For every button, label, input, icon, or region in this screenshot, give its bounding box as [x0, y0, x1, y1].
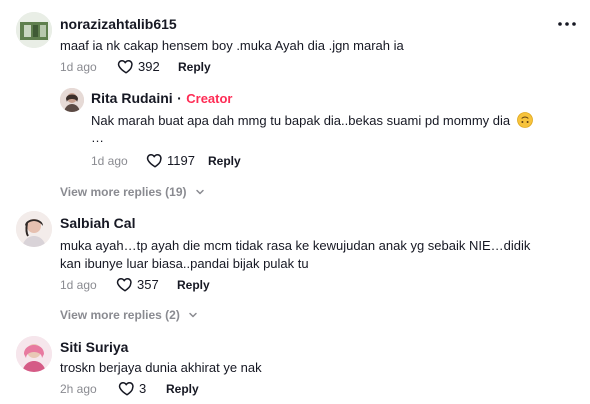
creator-badge: Creator: [186, 91, 233, 106]
reply-username[interactable]: Rita Rudaini: [91, 90, 173, 106]
heart-outline-icon[interactable]: [118, 379, 136, 397]
comment-username[interactable]: Salbiah Cal: [60, 215, 135, 231]
reply-text: Nak marah buat apa dah mmg tu bapak dia.…: [91, 112, 533, 133]
upside-down-face-emoji: [516, 112, 533, 133]
reply-button[interactable]: Reply: [177, 278, 210, 292]
chevron-down-icon: [195, 187, 205, 197]
comment-text: maaf ia nk cakap hensem boy .muka Ayah d…: [60, 38, 404, 53]
heart-outline-icon[interactable]: [117, 57, 135, 75]
comment-text-line: muka ayah…tp ayah die mcm tidak rasa ke …: [60, 238, 531, 253]
avatar[interactable]: [16, 12, 52, 48]
avatar[interactable]: [16, 336, 52, 372]
reply-header: Rita Rudaini · Creator: [91, 90, 233, 108]
reply-time: 1d ago: [91, 154, 128, 168]
comment-time: 1d ago: [60, 60, 97, 74]
comment-time: 2h ago: [60, 382, 97, 396]
reply-button[interactable]: Reply: [166, 382, 199, 396]
view-more-label: View more replies (2): [60, 308, 180, 322]
chevron-down-icon: [188, 310, 198, 320]
comment-item: Salbiah Cal muka ayah…tp ayah die mcm ti…: [0, 205, 590, 300]
comment-text: troskn berjaya dunia akhirat ye nak: [60, 360, 262, 375]
reply-item: Rita Rudaini · Creator Nak marah buat ap…: [0, 80, 590, 175]
separator-dot: ·: [177, 90, 182, 106]
like-count: 1197: [167, 153, 195, 168]
reply-button[interactable]: Reply: [208, 154, 241, 168]
comment-text: muka ayah…tp ayah die mcm tidak rasa ke …: [60, 237, 530, 273]
comment-text-line: kan ibunye luar biasa..pandai bijak pula…: [60, 256, 309, 271]
reply-text-content: Nak marah buat apa dah mmg tu bapak dia.…: [91, 113, 511, 128]
view-more-replies-button[interactable]: View more replies (19): [60, 183, 205, 201]
comment-username[interactable]: norazizahtalib615: [60, 16, 177, 32]
comment-time: 1d ago: [60, 278, 97, 292]
view-more-replies-button[interactable]: View more replies (2): [60, 306, 198, 324]
reply-button[interactable]: Reply: [178, 60, 211, 74]
heart-outline-icon[interactable]: [146, 151, 164, 169]
like-count: 3: [139, 381, 147, 396]
comment-item: Siti Suriya troskn berjaya dunia akhirat…: [0, 330, 590, 404]
like-count: 392: [138, 59, 160, 74]
comment-item: norazizahtalib615 maaf ia nk cakap hense…: [0, 0, 590, 80]
view-more-label: View more replies (19): [60, 185, 187, 199]
avatar[interactable]: [16, 211, 52, 247]
like-count: 357: [137, 277, 159, 292]
heart-outline-icon[interactable]: [116, 275, 134, 293]
comment-username[interactable]: Siti Suriya: [60, 339, 128, 355]
avatar[interactable]: [60, 88, 84, 112]
reply-text-ellipsis: …: [91, 130, 104, 145]
more-dots-icon[interactable]: [556, 13, 578, 35]
